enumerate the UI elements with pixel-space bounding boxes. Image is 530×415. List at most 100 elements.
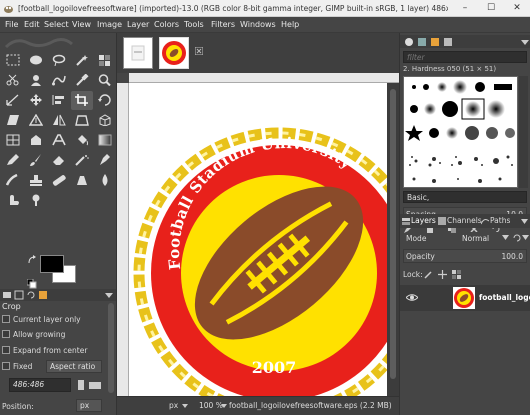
expand-from-center-checkbox[interactable] [2,346,10,354]
allow-growing-option[interactable]: Allow growing [2,328,65,341]
layer-name[interactable]: football_logoi [479,293,530,302]
ellipse-select-tool[interactable] [25,51,47,70]
mode-reset-icon[interactable] [512,233,522,243]
position-unit-dropdown[interactable]: px [76,399,102,412]
fixed-option[interactable]: Fixed [2,360,32,373]
unified-transform-tool[interactable] [94,91,116,110]
ink-tool[interactable] [94,151,116,170]
mypaint-brush-tool[interactable] [2,171,24,190]
tab-layers[interactable]: Layers [411,216,436,225]
crop-tool[interactable] [71,91,93,110]
horizontal-ruler[interactable] [129,73,399,83]
eraser-tool[interactable] [48,151,70,170]
tool-options-tab-icon[interactable] [2,290,12,300]
menu-layer[interactable]: Layer [127,19,149,31]
paths-tool[interactable] [48,71,70,90]
layer-mode-dropdown[interactable]: Normal [458,232,499,245]
heal-tool[interactable] [48,171,70,190]
ratio-input[interactable]: 486:486 [9,378,71,392]
images-tab-icon[interactable] [38,290,48,300]
expand-from-center-option[interactable]: Expand from center [2,344,87,357]
menu-edit[interactable]: Edit [24,19,40,31]
bucket-fill-tool[interactable] [71,131,93,150]
warp-transform-tool[interactable] [25,111,47,130]
airbrush-tool[interactable] [71,151,93,170]
brush-filter-input[interactable]: filter [403,51,527,63]
fonts-tab-icon[interactable] [430,37,440,47]
close-image-tab-icon[interactable] [195,47,203,55]
3d-transform-tool[interactable] [94,111,116,130]
lock-alpha-icon[interactable] [452,270,461,279]
brushes-menu-icon[interactable] [520,37,530,47]
tab-paths[interactable]: Paths [490,216,510,225]
fixed-checkbox[interactable] [2,362,10,370]
menu-image[interactable]: Image [97,19,122,31]
mode-options-chevron-icon[interactable] [522,235,529,241]
current-layer-only-checkbox[interactable] [2,315,10,323]
brush-grid-scrollbar[interactable] [519,76,528,188]
foreground-color-swatch[interactable] [40,255,64,273]
select-by-color-tool[interactable] [94,51,116,70]
portrait-icon[interactable] [76,380,86,390]
default-colors-icon[interactable] [27,279,37,289]
patterns-tab-icon[interactable] [417,37,427,47]
layer-row[interactable]: football_logoi [400,285,530,311]
menu-file[interactable]: File [5,19,18,31]
gradients-tab-icon[interactable] [443,37,453,47]
perspective-clone-tool[interactable] [71,171,93,190]
maximize-button[interactable]: ☐ [478,0,504,17]
swap-colors-icon[interactable] [27,255,37,265]
menu-select[interactable]: Select [44,19,69,31]
current-layer-only-option[interactable]: Current layer only [2,313,81,326]
vertical-ruler[interactable] [117,83,129,396]
undo-history-tab-icon[interactable] [26,290,36,300]
brush-grid[interactable] [403,76,518,188]
tool-options-scrollbar[interactable] [108,303,114,393]
menu-colors[interactable]: Colors [154,19,179,31]
canvas-scroll-thumb[interactable] [390,89,396,379]
free-select-tool[interactable] [48,51,70,70]
menu-tools[interactable]: Tools [184,19,204,31]
rect-select-tool[interactable] [2,51,24,70]
zoom-tool[interactable] [94,71,116,90]
layer-visibility-eye-icon[interactable] [406,293,418,302]
align-tool[interactable] [48,91,70,110]
lock-pixels-icon[interactable] [424,270,433,279]
clone-tool[interactable] [25,171,47,190]
flip-tool[interactable] [48,111,70,130]
status-unit-dropdown[interactable]: px [169,401,178,410]
brushes-tab-icon[interactable] [404,37,414,47]
allow-growing-checkbox[interactable] [2,330,10,338]
minimize-button[interactable]: – [452,0,478,17]
fuzzy-select-tool[interactable] [71,51,93,70]
close-button[interactable]: ✕ [504,0,530,17]
canvas-vertical-scrollbar[interactable] [387,83,399,396]
image-canvas[interactable]: Football Stadium University 2007 [129,83,387,396]
smudge-tool[interactable] [2,191,24,210]
landscape-icon[interactable] [89,381,101,390]
perspective-tool[interactable] [71,111,93,130]
color-picker-tool[interactable] [71,71,93,90]
tab-channels[interactable]: Channels [447,216,482,225]
image-tab-1[interactable] [123,37,153,69]
scissors-select-tool[interactable] [2,71,24,90]
menu-view[interactable]: View [72,19,91,31]
foreground-select-tool[interactable] [25,71,47,90]
measure-tool[interactable] [2,91,24,110]
panel-menu-icon[interactable] [104,290,114,300]
shear-tool[interactable] [2,111,24,130]
menu-windows[interactable]: Windows [240,19,276,31]
opacity-slider[interactable]: Opacity 100.0 [403,249,527,263]
menu-filters[interactable]: Filters [211,19,235,31]
aspect-ratio-dropdown[interactable]: Aspect ratio [46,360,102,373]
move-tool[interactable] [25,91,47,110]
image-tab-2-active[interactable] [159,37,189,69]
paintbrush-tool[interactable] [25,151,47,170]
lock-position-icon[interactable] [438,270,447,279]
blur-sharpen-tool[interactable] [94,171,116,190]
menu-help[interactable]: Help [281,19,299,31]
pencil-tool[interactable] [2,151,24,170]
status-zoom[interactable]: 100 % [199,401,223,410]
brush-tag-filter[interactable]: Basic, [403,191,527,203]
text-tool[interactable] [48,131,70,150]
